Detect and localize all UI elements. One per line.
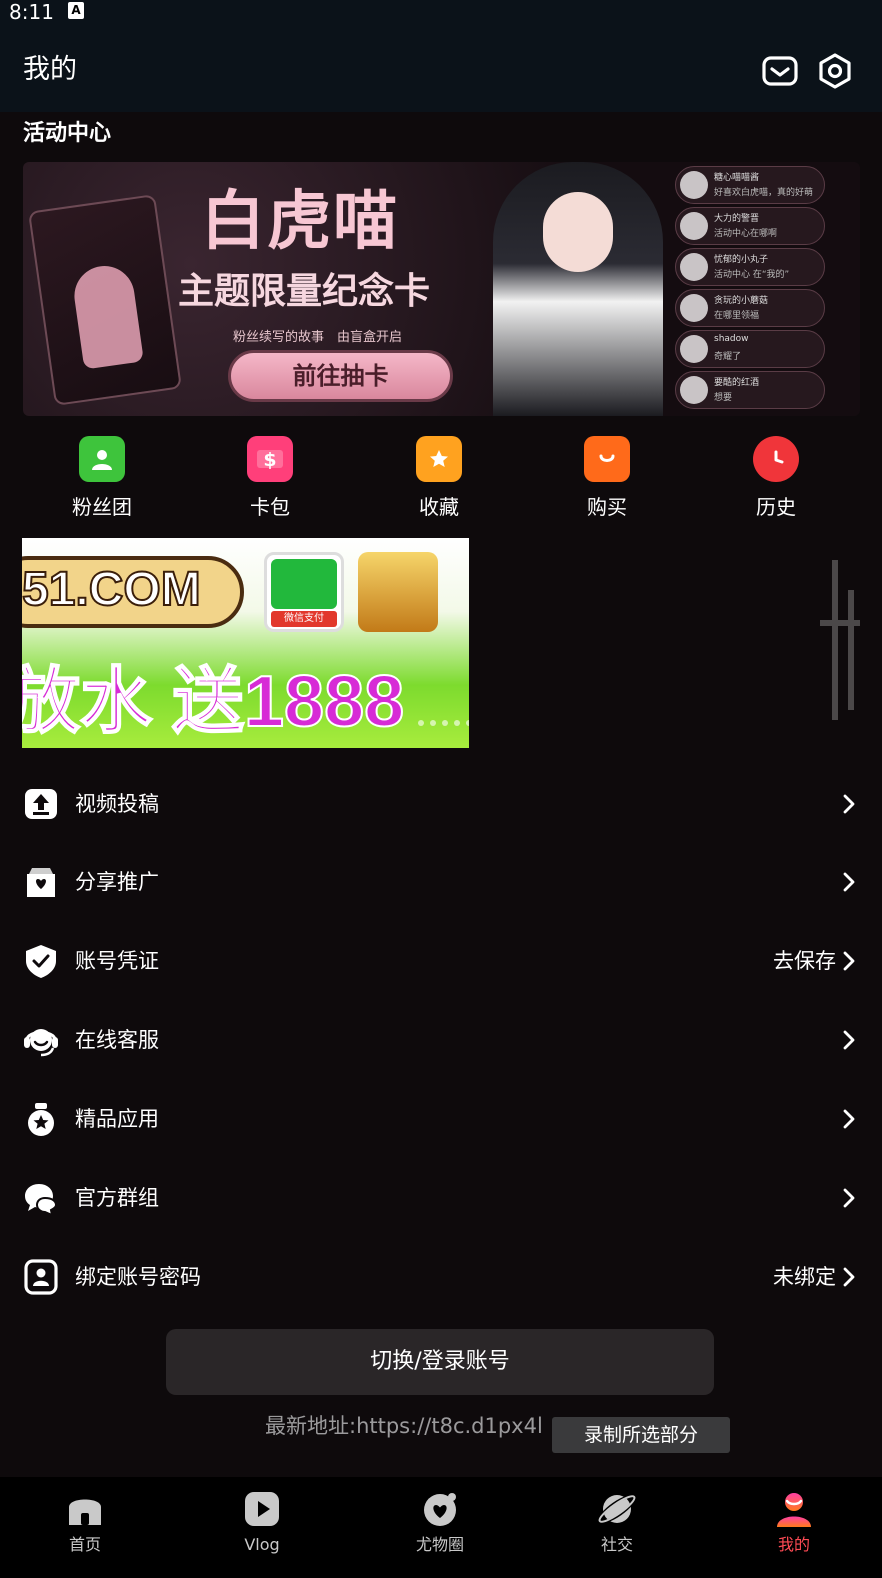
favorites-icon [416,436,462,482]
planet-icon [597,1489,637,1529]
banner-chat-item: shadow 奇耀了 [675,330,825,368]
tab-home[interactable]: 首页 [25,1489,145,1555]
shortcut-purchase[interactable]: 购买 [547,436,667,520]
chat-group-icon [23,1180,59,1217]
app-star-icon [23,1101,59,1137]
header: 我的 [0,26,882,112]
mail-icon[interactable] [761,52,799,90]
banner-draw-button[interactable]: 前往抽卡 [228,350,453,402]
banner-chat-item: 大力的警晋 活动中心在哪啊 [675,207,825,245]
fan-club-icon [79,436,125,482]
chevron-right-icon [842,949,856,973]
tab-social[interactable]: 社交 [557,1489,677,1555]
banner-card-art [27,194,183,406]
bottom-tab-bar: 首页 Vlog 尤物圈 社交 我的 [0,1477,882,1578]
carousel-dots[interactable] [418,720,469,726]
banner-subtitle: 主题限量纪念卡 [178,270,431,312]
shortcut-row: 粉丝团 $ 卡包 收藏 购买 历史 [0,436,882,526]
tab-circle[interactable]: 尤物圈 [380,1489,500,1555]
menu-value: 去保存 [773,949,836,973]
shortcut-card-wallet[interactable]: $ 卡包 [210,436,330,520]
ad-domain-text: 51.COM [22,562,202,617]
headset-icon [23,1022,59,1058]
latest-address-text: 最新地址:https://t8c.d1px4l [265,1414,543,1438]
menu-label: 在线客服 [75,1028,159,1052]
banner-chat-item: 忧郁的小丸子 活动中心 在“我的” [675,248,825,286]
menu-label: 账号凭证 [75,949,159,973]
tab-label: 首页 [68,1535,101,1554]
chevron-right-icon [842,1028,856,1052]
chevron-right-icon [842,792,856,816]
page-title: 我的 [23,54,77,85]
activity-banner[interactable]: 白虎喵 主题限量纪念卡 粉丝续写的故事 由盲盒开启 前往抽卡 糖心喵喵酱 好喜欢白… [23,162,860,416]
menu-label: 绑定账号密码 [75,1265,201,1289]
ad-carousel[interactable]: 51.COM 微信支付 放水 送1888 [22,538,469,748]
menu-value: 未绑定 [773,1265,836,1289]
shortcut-label: 收藏 [419,495,459,519]
tab-label: Vlog [244,1535,280,1554]
chevron-right-icon [842,1265,856,1289]
shortcut-history[interactable]: 历史 [716,436,836,520]
shortcut-label: 粉丝团 [72,495,132,519]
chevron-right-icon [842,1186,856,1210]
menu-item-customer-service[interactable]: 在线客服 [0,1010,882,1070]
menu-item-share[interactable]: 分享推广 [0,852,882,912]
chevron-right-icon [842,870,856,894]
shortcut-label: 卡包 [250,495,290,519]
banner-chat-list: 糖心喵喵酱 好喜欢白虎喵，真的好萌 大力的警晋 活动中心在哪啊 忧郁的小丸子 活动中心… [675,166,825,412]
menu-item-video-upload[interactable]: 视频投稿 [0,774,882,834]
id-card-icon [23,1259,59,1295]
card-wallet-icon: $ [247,436,293,482]
ad-promo-text: 放水 送1888 [22,661,405,743]
banner-tagline: 粉丝续写的故事 由盲盒开启 [233,330,403,345]
activity-center-title: 活动中心 [23,121,112,146]
shortcut-favorites[interactable]: 收藏 [379,436,499,520]
menu-item-account-credential[interactable]: 账号凭证 去保存 [0,931,882,991]
menu-label: 官方群组 [75,1186,159,1210]
wechat-pay-label: 微信支付 [271,611,337,627]
banner-chat-item: 要酷的红酒 想要 [675,371,825,409]
history-clock-icon [753,436,799,482]
shortcut-label: 历史 [756,495,796,519]
menu-item-bind-account[interactable]: 绑定账号密码 未绑定 [0,1247,882,1307]
menu-label: 精品应用 [75,1107,159,1131]
play-icon [242,1489,282,1529]
shield-check-icon [23,943,59,979]
ad-preview-ghost [818,560,860,720]
shortcut-label: 购买 [587,495,627,519]
wechat-pay-icon: 微信支付 [264,552,344,632]
settings-icon[interactable] [816,52,854,90]
banner-chat-item: 糖心喵喵酱 好喜欢白虎喵，真的好萌 [675,166,825,204]
svg-text:$: $ [263,449,276,471]
notification-icon: A [68,2,84,19]
banner-chat-item: 贪玩的小蘑菇 在哪里领福 [675,289,825,327]
chevron-right-icon [842,1107,856,1131]
shortcut-fan-club[interactable]: 粉丝团 [42,436,162,520]
menu-item-official-group[interactable]: 官方群组 [0,1168,882,1228]
tab-label: 社交 [600,1535,633,1554]
home-icon [65,1489,105,1529]
profile-icon [774,1489,814,1529]
menu-label: 分享推广 [75,870,159,894]
menu-item-featured-apps[interactable]: 精品应用 [0,1089,882,1149]
mahjong-game-icon [358,552,438,632]
share-icon [23,864,59,900]
tab-mine[interactable]: 我的 [734,1489,854,1555]
status-bar: 8:11 A [0,0,882,26]
tab-vlog[interactable]: Vlog [202,1489,322,1555]
shopping-bag-icon [584,436,630,482]
upload-icon [23,786,59,822]
banner-title: 白虎喵 [201,184,399,259]
banner-model-image [493,162,663,416]
tab-label: 尤物圈 [415,1535,464,1554]
menu-label: 视频投稿 [75,792,159,816]
tab-label: 我的 [777,1535,810,1554]
switch-login-button[interactable]: 切换/登录账号 [166,1329,714,1395]
record-selection-tooltip[interactable]: 录制所选部分 [552,1417,730,1453]
status-time: 8:11 [9,0,54,24]
heart-circle-icon [420,1489,460,1529]
